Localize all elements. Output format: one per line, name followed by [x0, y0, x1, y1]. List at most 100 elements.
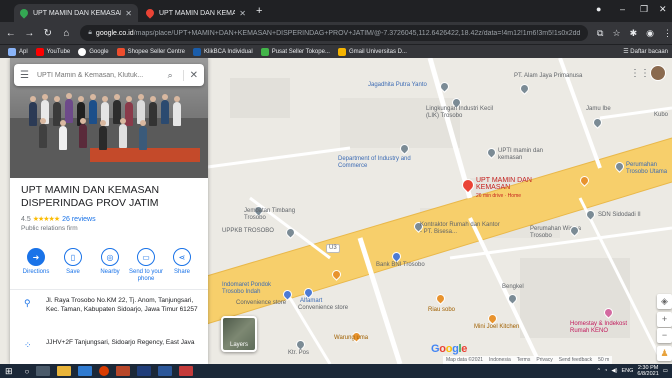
task-view-icon[interactable] — [36, 366, 51, 376]
back-icon[interactable]: ← — [3, 28, 19, 39]
map-label-alam-jaya[interactable]: PT. Alam Jaya Primanusa — [514, 73, 582, 80]
map-label-riau[interactable]: Riau sobo — [428, 307, 455, 314]
address-row[interactable]: ⚲ Jl. Raya Trosobo No.KM 22, Tj. Anom, T… — [10, 296, 208, 334]
close-tab-icon[interactable]: ✕ — [125, 9, 132, 18]
close-icon[interactable]: ✕ — [182, 69, 198, 81]
home-icon[interactable]: ⌂ — [59, 28, 75, 39]
windows-start-icon[interactable]: ⊞ — [5, 366, 13, 377]
send-to-phone-button[interactable]: ▭ Send to your phone — [128, 248, 164, 283]
zoom-in-button[interactable]: + — [657, 312, 672, 327]
address-text: Jl. Raya Trosobo No.KM 22, Tj. Anom, Tan… — [46, 297, 198, 313]
tokopedia-icon — [260, 47, 269, 56]
rating-row: 4.5 ★★★★★ 26 reviews — [21, 215, 96, 224]
clock[interactable]: 2:30 PM 6/8/2021 — [637, 365, 658, 377]
close-tab-icon[interactable]: ✕ — [239, 9, 246, 18]
map-label-warung[interactable]: Warung uma — [334, 335, 368, 342]
tab-inactive[interactable]: UPT MAMIN DAN KEMASAN: Pi ✕ — [140, 4, 252, 22]
nearby-button[interactable]: ◎ Nearby — [92, 248, 128, 276]
map-label-lingkungan[interactable]: Lingkungan Industri Kecil (LIK) Trosobo — [426, 106, 496, 120]
search-box[interactable]: ☰ ⌕ ✕ — [14, 64, 204, 86]
map-label-jamu[interactable]: Jamu Ibe — [586, 106, 611, 113]
rating-value: 4.5 — [21, 215, 31, 223]
notification-icon[interactable]: ▭ — [663, 368, 668, 374]
bookmark-klikbca[interactable]: KlikBCA Individual — [192, 47, 253, 56]
map-label-minijoel[interactable]: Mini Joel Kitchen — [474, 324, 519, 331]
bookmark-shopee[interactable]: Shopee Seller Centre — [116, 47, 185, 56]
extensions-icon[interactable]: ✱ — [630, 28, 638, 39]
network-icon[interactable]: ◔ — [604, 368, 607, 374]
page-title: UPT MAMIN DAN KEMASAN DISPERINDAG PROV J… — [21, 184, 160, 209]
reload-icon[interactable]: ↻ — [40, 28, 56, 39]
tab-active[interactable]: UPT MAMIN DAN KEMASAN DIS ✕ — [14, 4, 138, 22]
avatar[interactable] — [650, 65, 666, 81]
mail-icon[interactable] — [78, 366, 93, 376]
map-label-alfamart[interactable]: Alfamart — [300, 298, 322, 305]
word-icon[interactable] — [158, 366, 173, 376]
hamburger-menu-icon[interactable]: ☰ — [20, 70, 29, 81]
photoshop-icon[interactable] — [137, 366, 152, 376]
language-indicator[interactable]: ENG — [621, 368, 633, 374]
share-button[interactable]: ⋖ Share — [164, 248, 200, 276]
forward-icon[interactable]: → — [22, 28, 38, 39]
maximize-icon[interactable]: ❐ — [640, 4, 648, 15]
youtube-icon — [35, 47, 44, 56]
map-label-alfamart-sub: Convenience store — [298, 305, 349, 311]
map-label-upti[interactable]: UPTI mamin dan kemasan — [498, 148, 548, 162]
reviews-link[interactable]: 26 reviews — [62, 216, 95, 223]
tab-bar: UPT MAMIN DAN KEMASAN DIS ✕ UPT MAMIN DA… — [0, 0, 672, 22]
install-icon[interactable]: ⧉ — [597, 28, 603, 39]
app-icon[interactable] — [179, 366, 194, 376]
map-label-jembatan[interactable]: Jembatan Timbang Trosobo — [244, 208, 304, 222]
menu-icon[interactable]: ⋮ — [663, 28, 672, 39]
google-apps-icon[interactable]: ⋮⋮ — [630, 68, 650, 79]
map-label-jagadhita[interactable]: Jagadhita Putra Yanto — [368, 82, 427, 89]
account-icon[interactable]: ◉ — [646, 28, 654, 39]
tray-arrow-icon[interactable]: ^ — [597, 368, 600, 374]
map-label-sdn[interactable]: SDN Sidodadi II — [598, 212, 641, 219]
map-label-main-place[interactable]: UPT MAMIN DAN KEMASAN — [476, 177, 546, 191]
url-field[interactable]: 🔒︎ google.co.id /maps/place/UPT+MAMIN+DA… — [80, 25, 589, 41]
map-label-ktr-pos[interactable]: Ktr. Pos — [288, 350, 309, 357]
reading-list[interactable]: ☰ Daftar bacaan — [623, 48, 668, 55]
system-tray: ^ ◔ ◀) ENG 2:30 PM 6/8/2021 ▭ — [597, 364, 668, 378]
banner — [90, 148, 200, 162]
bookmark-gmail[interactable]: Gmail Universitas D... — [337, 47, 407, 56]
layers-button[interactable]: Layers — [221, 316, 257, 352]
place-panel: ☰ ⌕ ✕ UPT MAMIN DAN KEMASAN DISPERINDAG … — [10, 58, 208, 364]
bookmark-tokopedia[interactable]: Pusat Seller Tokope... — [260, 47, 330, 56]
chrome-icon[interactable] — [99, 366, 110, 376]
directions-button[interactable]: ➜ Directions — [18, 248, 54, 276]
bookmark-apps[interactable]: Apl — [8, 47, 28, 56]
maps-favicon-icon — [144, 7, 156, 19]
profile-icon[interactable]: ● — [596, 4, 601, 14]
save-button[interactable]: ▯ Save — [55, 248, 91, 276]
map-label-bengkel[interactable]: Bengkel — [502, 284, 524, 291]
map-label-homestay[interactable]: Homestay & Indekost Rumah KENO — [570, 321, 644, 335]
powerpoint-icon[interactable] — [116, 366, 131, 376]
plus-code-row[interactable]: ⁘ JJHV+2F Tanjungsari, Sidoarjo Regency,… — [10, 338, 208, 364]
map-label-bni[interactable]: Bank BNI Trosobo — [376, 262, 425, 269]
map-label-dept[interactable]: Department of Industry and Commerce — [338, 156, 418, 170]
search-input[interactable] — [36, 71, 164, 79]
zoom-out-button[interactable]: − — [657, 328, 672, 343]
new-tab-button[interactable]: + — [256, 5, 262, 17]
volume-icon[interactable]: ◀) — [611, 368, 617, 374]
place-category[interactable]: Public relations firm — [21, 225, 78, 232]
map-label-uppkb[interactable]: UPPKB TROSOBO — [222, 228, 274, 235]
compass-icon[interactable]: ◈ — [657, 294, 672, 309]
map-label-main-place-sub: 26 min drive · Home — [476, 193, 522, 199]
search-icon[interactable]: ⌕ — [168, 70, 173, 81]
map-label-kontraktor[interactable]: Kontraktor Rumah dan Kantor - PT. Bisesa… — [420, 222, 500, 236]
maps-viewport: Jagadhita Putra Yanto PT. Alam Jaya Prim… — [0, 58, 672, 364]
map-label-perumahan-trosobo[interactable]: Perumahan Trosobo Utama — [626, 162, 672, 176]
file-explorer-icon[interactable] — [57, 366, 72, 376]
search-icon[interactable]: ○ — [25, 367, 30, 376]
bookmark-google[interactable]: Google — [78, 47, 109, 56]
map-label-indomaret[interactable]: Indomaret Pondok Trosobo Indah — [222, 282, 286, 296]
star-icon[interactable]: ☆ — [612, 28, 620, 39]
minimize-icon[interactable]: – — [620, 4, 625, 14]
close-window-icon[interactable]: ✕ — [659, 4, 667, 15]
map-label-kubo[interactable]: Kubo — [654, 112, 668, 119]
pegman-icon[interactable]: ♟ — [657, 346, 672, 361]
bookmark-youtube[interactable]: YouTube — [35, 47, 70, 56]
